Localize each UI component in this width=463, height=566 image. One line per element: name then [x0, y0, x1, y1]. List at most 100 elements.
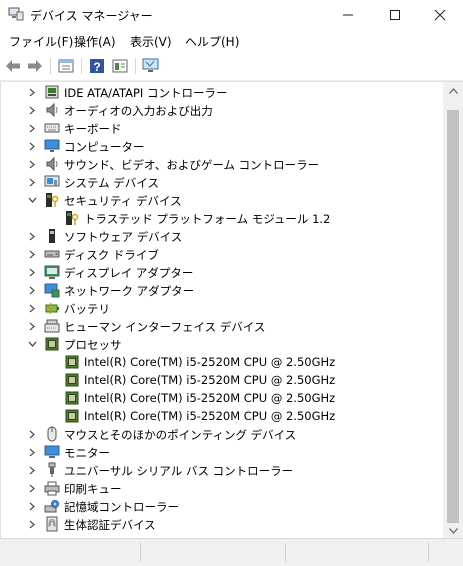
- chevron-right-icon[interactable]: [27, 447, 37, 457]
- maximize-icon: [390, 10, 400, 20]
- view-icon: [112, 59, 128, 73]
- view-button[interactable]: [111, 57, 129, 75]
- device-row[interactable]: トラステッド プラットフォーム モジュール 1.2: [1, 209, 441, 227]
- toolbar-separator: [135, 58, 136, 74]
- status-divider: [428, 543, 429, 562]
- chevron-right-icon[interactable]: [27, 123, 37, 133]
- device-label: システム デバイス: [64, 176, 159, 190]
- security-device-icon: [44, 192, 60, 208]
- minimize-icon: [343, 14, 353, 16]
- printer-icon: [44, 480, 60, 496]
- scroll-thumb[interactable]: [447, 110, 459, 523]
- vertical-scrollbar[interactable]: [443, 82, 463, 539]
- device-category-row[interactable]: ディスク ドライブ: [1, 245, 441, 263]
- device-category-row[interactable]: サウンド、ビデオ、およびゲーム コントローラー: [1, 155, 441, 173]
- device-row[interactable]: Intel(R) Core(TM) i5-2520M CPU @ 2.50GHz: [1, 353, 441, 371]
- device-category-row[interactable]: 記憶域コントローラー: [1, 497, 441, 515]
- forward-button[interactable]: [26, 57, 44, 75]
- device-label: ネットワーク アダプター: [64, 284, 195, 298]
- chevron-right-icon[interactable]: [27, 519, 37, 529]
- device-row[interactable]: Intel(R) Core(TM) i5-2520M CPU @ 2.50GHz: [1, 371, 441, 389]
- toolbar: ?: [0, 52, 463, 81]
- help-button[interactable]: ?: [88, 57, 106, 75]
- chevron-right-icon[interactable]: [27, 141, 37, 151]
- device-label: コンピューター: [64, 140, 145, 154]
- monitor-scan-icon: [142, 58, 159, 72]
- chevron-right-icon[interactable]: [27, 429, 37, 439]
- device-label: ヒューマン インターフェイス デバイス: [64, 320, 266, 334]
- device-label: IDE ATA/ATAPI コントローラー: [64, 86, 228, 100]
- device-category-row[interactable]: ヒューマン インターフェイス デバイス: [1, 317, 441, 335]
- menu-help[interactable]: ヘルプ(H): [185, 33, 239, 50]
- forward-arrow-icon: [28, 60, 42, 72]
- device-category-row[interactable]: マウスとそのほかのポインティング デバイス: [1, 425, 441, 443]
- device-category-row[interactable]: モニター: [1, 443, 441, 461]
- chevron-right-icon[interactable]: [27, 465, 37, 475]
- chevron-right-icon[interactable]: [27, 303, 37, 313]
- device-category-row[interactable]: ソフトウェア デバイス: [1, 227, 441, 245]
- device-manager-app-icon: [8, 7, 24, 21]
- computer-icon: [44, 138, 60, 154]
- device-category-row[interactable]: バッテリ: [1, 299, 441, 317]
- device-category-row[interactable]: セキュリティ デバイス: [1, 191, 441, 209]
- battery-icon: [44, 300, 60, 316]
- back-button[interactable]: [4, 57, 22, 75]
- chevron-down-icon[interactable]: [27, 195, 37, 205]
- hid-icon: [44, 318, 60, 334]
- device-category-row[interactable]: 生体認証デバイス: [1, 515, 441, 533]
- speaker-icon: [44, 102, 60, 118]
- device-label: Intel(R) Core(TM) i5-2520M CPU @ 2.50GHz: [84, 391, 336, 405]
- scroll-up-button[interactable]: [443, 82, 463, 99]
- menu-file[interactable]: ファイル(F): [9, 33, 73, 50]
- device-row[interactable]: Intel(R) Core(TM) i5-2520M CPU @ 2.50GHz: [1, 407, 441, 425]
- properties-button[interactable]: [57, 57, 75, 75]
- device-label: バッテリ: [64, 302, 110, 316]
- processor-icon: [64, 408, 80, 424]
- device-category-row[interactable]: IDE ATA/ATAPI コントローラー: [1, 83, 441, 101]
- maximize-button[interactable]: [372, 0, 418, 30]
- minimize-button[interactable]: [325, 0, 371, 30]
- storage-controller-icon: [44, 498, 60, 514]
- device-category-row[interactable]: オーディオの入力および出力: [1, 101, 441, 119]
- device-label: トラステッド プラットフォーム モジュール 1.2: [84, 212, 331, 226]
- device-tree[interactable]: IDE ATA/ATAPI コントローラー オーディオの入力および出力 キーボードコ…: [1, 82, 443, 539]
- device-label: Intel(R) Core(TM) i5-2520M CPU @ 2.50GHz: [84, 373, 336, 387]
- chevron-right-icon[interactable]: [27, 483, 37, 493]
- chevron-right-icon[interactable]: [27, 105, 37, 115]
- device-category-row[interactable]: ユニバーサル シリアル バス コントローラー: [1, 461, 441, 479]
- device-category-row[interactable]: ネットワーク アダプター: [1, 281, 441, 299]
- device-category-row[interactable]: システム デバイス: [1, 173, 441, 191]
- menu-bar: ファイル(F) 操作(A) 表示(V) ヘルプ(H): [0, 30, 463, 52]
- device-label: オーディオの入力および出力: [64, 104, 213, 118]
- chevron-right-icon[interactable]: [27, 159, 37, 169]
- device-category-row[interactable]: コンピューター: [1, 137, 441, 155]
- device-label: ディスプレイ アダプター: [64, 266, 194, 280]
- chevron-down-icon[interactable]: [27, 339, 37, 349]
- device-category-row[interactable]: 印刷キュー: [1, 479, 441, 497]
- scan-hardware-button[interactable]: [142, 57, 160, 75]
- device-manager-window: デバイス マネージャー ファイル(F) 操作(A) 表示(V) ヘルプ(H) ?: [0, 0, 463, 566]
- chevron-right-icon[interactable]: [27, 231, 37, 241]
- device-category-row[interactable]: ディスプレイ アダプター: [1, 263, 441, 281]
- chevron-right-icon[interactable]: [27, 87, 37, 97]
- device-label: 印刷キュー: [64, 482, 122, 496]
- ide-controller-icon: [44, 84, 60, 100]
- scroll-down-button[interactable]: [443, 522, 463, 539]
- chevron-right-icon[interactable]: [27, 267, 37, 277]
- speaker-icon: [44, 156, 60, 172]
- display-adapter-icon: [44, 264, 60, 280]
- title-bar[interactable]: デバイス マネージャー: [0, 0, 463, 30]
- close-button[interactable]: [417, 0, 463, 30]
- chevron-right-icon[interactable]: [27, 249, 37, 259]
- device-category-row[interactable]: プロセッサ: [1, 335, 441, 353]
- help-icon: ?: [90, 59, 104, 74]
- device-category-row[interactable]: キーボード: [1, 119, 441, 137]
- scroll-down-icon: [448, 527, 458, 534]
- menu-action[interactable]: 操作(A): [74, 33, 116, 50]
- chevron-right-icon[interactable]: [27, 177, 37, 187]
- device-row[interactable]: Intel(R) Core(TM) i5-2520M CPU @ 2.50GHz: [1, 389, 441, 407]
- chevron-right-icon[interactable]: [27, 285, 37, 295]
- chevron-right-icon[interactable]: [27, 501, 37, 511]
- menu-view[interactable]: 表示(V): [130, 33, 172, 50]
- chevron-right-icon[interactable]: [27, 321, 37, 331]
